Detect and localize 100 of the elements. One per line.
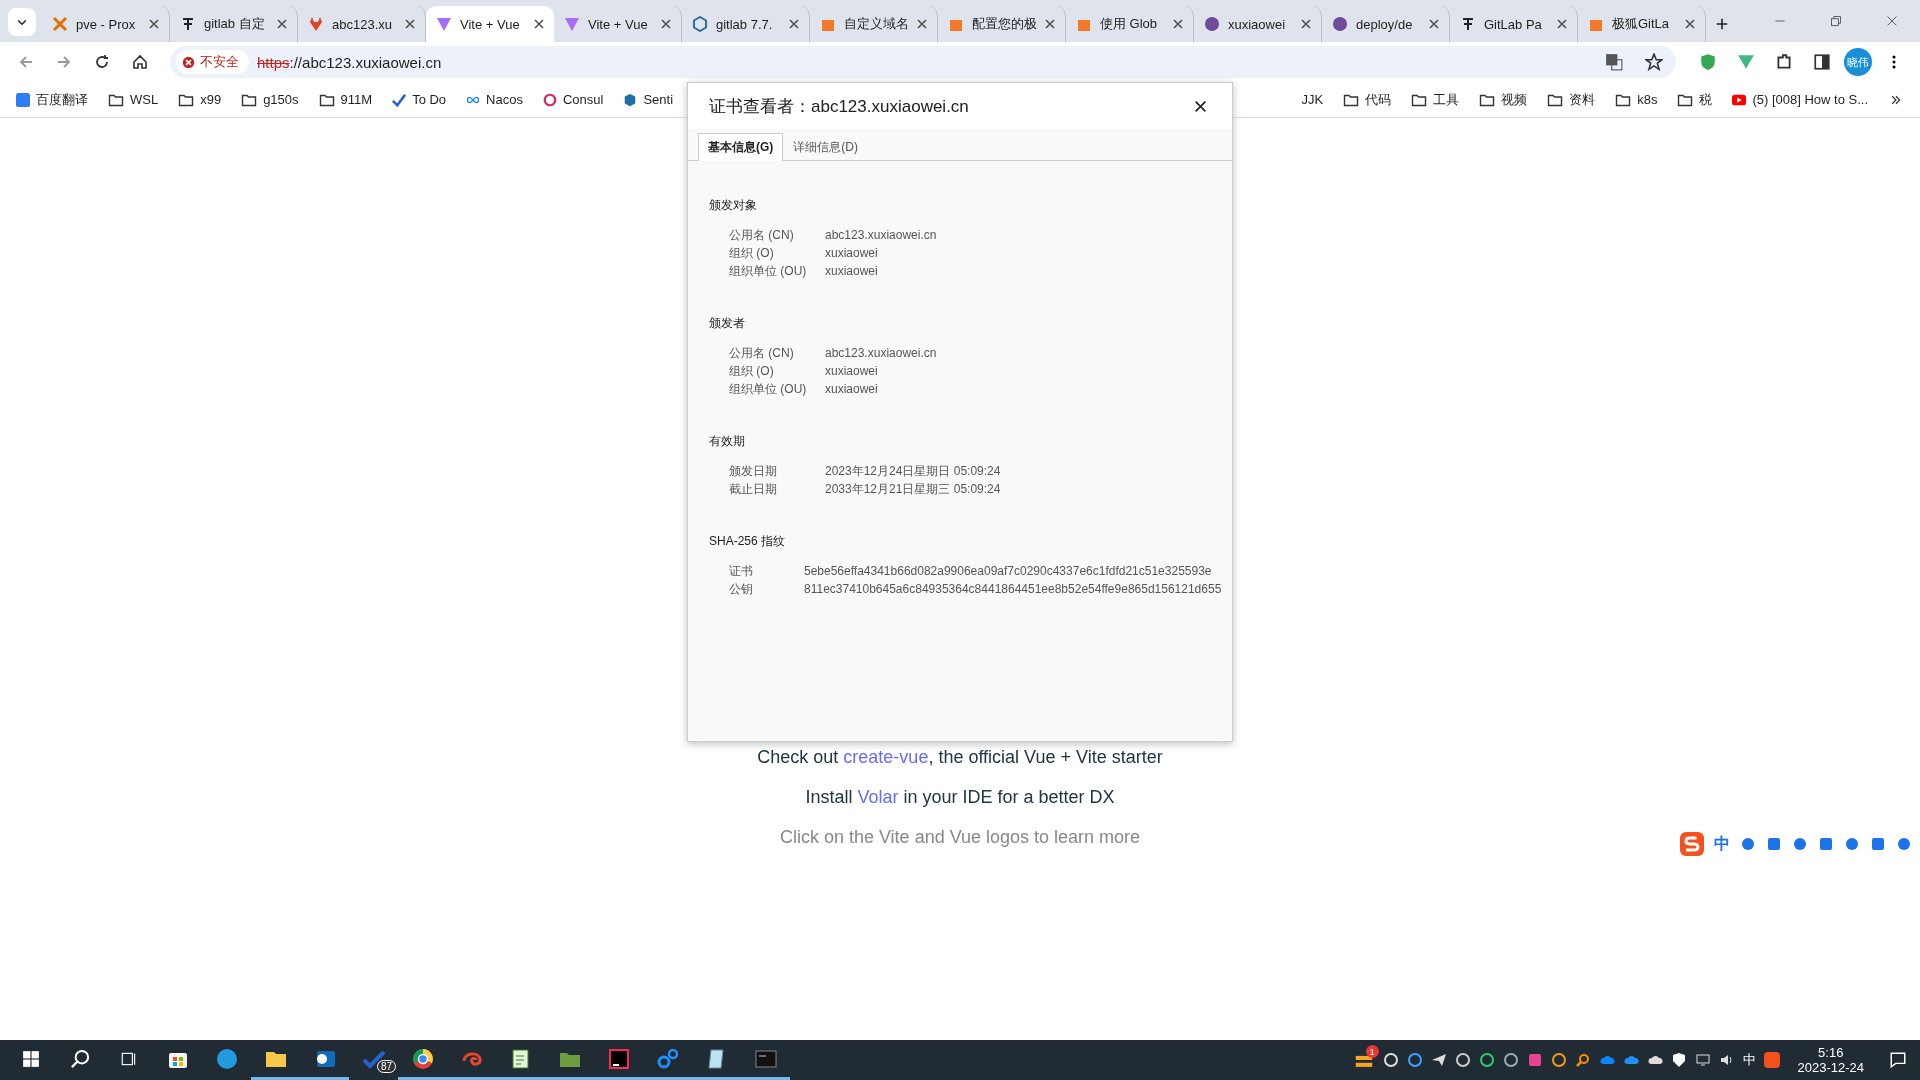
- field-label: 组织 (O): [729, 364, 775, 379]
- cube-icon: [1526, 1052, 1543, 1068]
- bookmark[interactable]: k8s: [1607, 87, 1666, 112]
- bookmark[interactable]: 税: [1669, 86, 1721, 113]
- tab-title: 配置您的极: [972, 15, 1037, 33]
- close-icon[interactable]: [1301, 19, 1311, 29]
- code-editor-icon: [606, 1046, 631, 1071]
- close-icon[interactable]: [1685, 19, 1695, 29]
- glyph-icon: [180, 16, 196, 32]
- profile-avatar[interactable]: 晓伟: [1844, 48, 1872, 76]
- field-value: 811ec37410b645a6c84935364c8441864451ee8b52e54ffe9e865d156121d655: [804, 582, 1222, 597]
- bookmark[interactable]: Nacos: [458, 88, 531, 111]
- field-label: 组织 (O): [729, 246, 775, 261]
- taskbar-app-button[interactable]: 87: [349, 1040, 398, 1080]
- field-value: xuxiaowei: [825, 246, 879, 261]
- bookmark[interactable]: (5) [008] How to S...: [1724, 88, 1876, 111]
- browser-tab[interactable]: Vite + Vue: [426, 6, 554, 42]
- back-arrow-icon: [18, 54, 34, 70]
- security-chip[interactable]: 不安全: [176, 50, 249, 74]
- field-label: 颁发日期: [729, 464, 778, 479]
- notification-badge: 1: [1365, 1045, 1379, 1058]
- close-icon[interactable]: [1429, 19, 1439, 29]
- close-icon[interactable]: [277, 19, 287, 29]
- ring-icon: [1550, 1052, 1567, 1068]
- tab-title: deploy/de: [1356, 16, 1414, 32]
- bookmark[interactable]: 百度翻译: [8, 86, 96, 113]
- tab-title: 自定义域名: [844, 15, 909, 33]
- field-value: abc123.xuxiaowei.cn: [825, 228, 938, 243]
- field-label: 组织单位 (OU): [729, 264, 808, 279]
- text-link[interactable]: Volar: [857, 787, 899, 807]
- close-icon[interactable]: [1557, 19, 1567, 29]
- section-heading: 有效期: [709, 433, 746, 450]
- bookmark[interactable]: 代码: [1335, 86, 1400, 113]
- search-icon: [69, 1048, 90, 1069]
- field-label: 证书: [729, 564, 754, 579]
- field-label: 截止日期: [729, 482, 778, 497]
- url-text: https://abc123.xuxiaowei.cn: [257, 53, 443, 71]
- v-logo-icon: [1737, 53, 1755, 71]
- bookmark[interactable]: JJK: [1293, 88, 1332, 111]
- clock-time[interactable]: 5:16: [1818, 1045, 1844, 1060]
- bookmark[interactable]: To Do: [384, 88, 455, 111]
- puzzle-icon: [1775, 53, 1793, 71]
- input-mode-indicator[interactable]: 中: [1742, 1051, 1756, 1069]
- s-logo-icon[interactable]: [1680, 832, 1704, 856]
- round-logo-icon: [410, 1046, 435, 1071]
- field-value: 5ebe56effa4341b66d082a9906ea09af7c0290c4337e6c1fdfd21c51e325593e: [804, 564, 1213, 579]
- close-icon[interactable]: [149, 19, 159, 29]
- hint-text: Click on the Vite and Vue logos to learn more: [779, 826, 1141, 848]
- tab-title: 极狐GitLa: [1612, 15, 1671, 33]
- field-value: 2023年12月24日星期日 05:09:24: [825, 464, 1002, 479]
- tab-title: gitlab 自定: [204, 15, 266, 33]
- clock-date[interactable]: 2023-12-24: [1797, 1060, 1864, 1075]
- restore-icon: [1830, 15, 1842, 27]
- field-value: xuxiaowei: [825, 264, 879, 279]
- gears-icon: [655, 1046, 680, 1071]
- bookmark[interactable]: 911M: [310, 87, 381, 112]
- bookmark[interactable]: g150s: [233, 87, 307, 112]
- tab-title: Vite + Vue: [460, 16, 521, 32]
- text-link[interactable]: create-vue: [843, 747, 929, 767]
- close-icon[interactable]: [917, 19, 927, 29]
- field-label: 公钥: [729, 582, 754, 597]
- menu-icon: [1892, 54, 1896, 70]
- close-icon[interactable]: [661, 19, 671, 29]
- magnifier-icon: [1574, 1052, 1591, 1068]
- tab-title: abc123.xu: [332, 16, 393, 32]
- bookmark[interactable]: 资料: [1539, 86, 1604, 113]
- paper-plane-icon: [1430, 1052, 1447, 1068]
- plus-icon: [1715, 17, 1729, 31]
- tab-title: 使用 Glob: [1100, 15, 1159, 33]
- dialog-title: 证书查看者：abc123.xuxiaowei.cn: [709, 95, 970, 118]
- close-icon[interactable]: [1045, 19, 1055, 29]
- bookmark[interactable]: Consul: [534, 88, 612, 111]
- field-value: 2033年12月21日星期三 05:09:24: [825, 482, 1002, 497]
- section-heading: SHA-256 指纹: [709, 533, 787, 550]
- section-heading: 颁发者: [709, 315, 746, 332]
- double-chevron-icon: [1890, 93, 1902, 106]
- speech-bubble-icon: [1889, 1051, 1907, 1069]
- s-logo-icon[interactable]: [1763, 1052, 1780, 1068]
- bookmark[interactable]: x99: [170, 87, 230, 112]
- bookmark[interactable]: 工具: [1403, 86, 1468, 113]
- close-icon[interactable]: [534, 19, 544, 29]
- bookmark[interactable]: WSL: [100, 87, 167, 112]
- close-icon[interactable]: [789, 19, 799, 29]
- input-mode-text[interactable]: 中: [1714, 833, 1730, 855]
- fox-icon: [308, 16, 324, 32]
- v-logo-icon: [564, 16, 580, 32]
- bookmark[interactable]: 视频: [1471, 86, 1536, 113]
- side-panel-icon: [1813, 53, 1831, 71]
- close-icon[interactable]: [1173, 19, 1183, 29]
- address-bar[interactable]: 不安全 https://abc123.xuxiaowei.cn: [170, 46, 1676, 78]
- dialog-tab[interactable]: 详细信息(D): [783, 133, 868, 161]
- dialog-tab[interactable]: 基本信息(G): [698, 133, 784, 161]
- star-icon: [1645, 53, 1663, 71]
- tab-title: xuxiaowei: [1228, 16, 1287, 32]
- monitor-icon: [1694, 1052, 1711, 1068]
- bookmark[interactable]: Senti: [615, 88, 682, 111]
- close-icon[interactable]: [405, 19, 415, 29]
- tab-title: pve - Prox: [76, 16, 137, 32]
- checkmark-icon: [392, 92, 407, 107]
- field-value: xuxiaowei: [825, 382, 879, 397]
